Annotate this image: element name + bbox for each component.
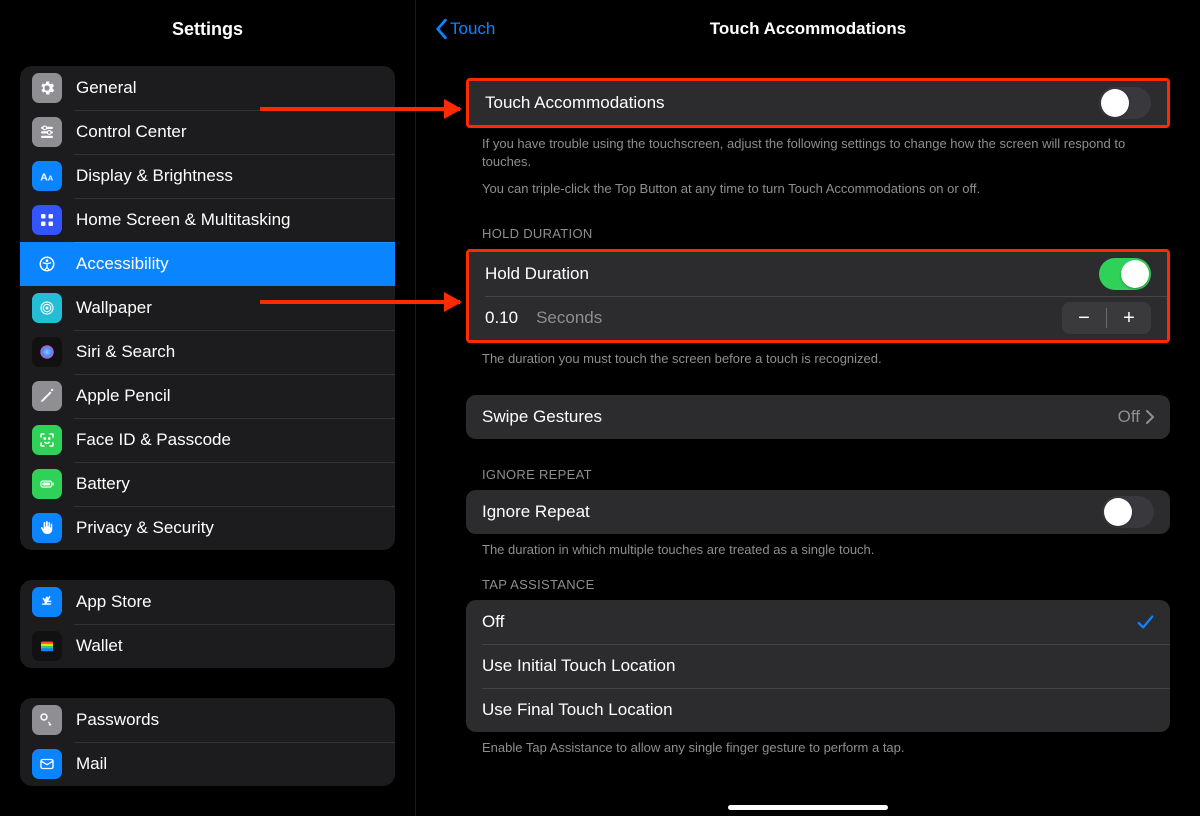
sidebar-item-label: General (76, 78, 136, 98)
apps-grid-icon (32, 205, 62, 235)
sidebar-item-siri-search[interactable]: Siri & Search (20, 330, 395, 374)
sidebar-item-label: Wallet (76, 636, 123, 656)
tap-assistance-option-label: Use Initial Touch Location (482, 656, 1154, 676)
tap-assistance-footer: Enable Tap Assistance to allow any singl… (466, 732, 1170, 757)
swipe-gestures-label: Swipe Gestures (482, 407, 1118, 427)
swipe-gestures-row[interactable]: Swipe Gestures Off (466, 395, 1170, 439)
hold-duration-value: 0.10 (485, 308, 518, 328)
tap-assistance-option-label: Use Final Touch Location (482, 700, 1154, 720)
sidebar-item-label: Control Center (76, 122, 187, 142)
ignore-repeat-header: IGNORE REPEAT (466, 467, 1170, 490)
sidebar-item-label: Home Screen & Multitasking (76, 210, 290, 230)
detail-header: Touch Touch Accommodations (416, 0, 1200, 58)
siri-icon (32, 337, 62, 367)
app-store-icon (32, 587, 62, 617)
pencil-icon (32, 381, 62, 411)
wallpaper-icon (32, 293, 62, 323)
sidebar-body: General Control Center AA Display & Brig… (0, 58, 415, 816)
touch-accommodations-toggle[interactable] (1099, 87, 1151, 119)
ignore-repeat-footer: The duration in which multiple touches a… (466, 534, 1170, 559)
app-root: Settings General Control Center (0, 0, 1200, 816)
swipe-gestures-value: Off (1118, 407, 1140, 427)
annotation-arrow-2 (260, 300, 460, 304)
touch-accommodations-footer-1: If you have trouble using the touchscree… (466, 128, 1170, 170)
chevron-left-icon (434, 18, 448, 40)
hold-duration-value-row: 0.10 Seconds − + (469, 296, 1167, 340)
sidebar-item-label: Privacy & Security (76, 518, 214, 538)
touch-accommodations-footer-2: You can triple-click the Top Button at a… (466, 170, 1170, 198)
sidebar-item-label: Battery (76, 474, 130, 494)
sidebar-group-3: Passwords Mail (20, 698, 395, 786)
settings-sidebar: Settings General Control Center (0, 0, 416, 816)
hold-duration-row[interactable]: Hold Duration (469, 252, 1167, 296)
tap-assistance-option-off[interactable]: Off (466, 600, 1170, 644)
face-id-icon (32, 425, 62, 455)
hold-duration-unit: Seconds (536, 308, 602, 328)
tap-assistance-option-initial[interactable]: Use Initial Touch Location (466, 644, 1170, 688)
sidebar-item-accessibility[interactable]: Accessibility (20, 242, 395, 286)
tap-assistance-option-label: Off (482, 612, 1136, 632)
sidebar-item-control-center[interactable]: Control Center (20, 110, 395, 154)
chevron-right-icon (1146, 410, 1154, 424)
sidebar-group-1: General Control Center AA Display & Brig… (20, 66, 395, 550)
sidebar-item-home-screen[interactable]: Home Screen & Multitasking (20, 198, 395, 242)
sidebar-item-general[interactable]: General (20, 66, 395, 110)
ignore-repeat-toggle[interactable] (1102, 496, 1154, 528)
touch-accommodations-row[interactable]: Touch Accommodations (469, 81, 1167, 125)
sidebar-item-label: Mail (76, 754, 107, 774)
svg-text:A: A (48, 174, 54, 183)
annotation-arrow-1 (260, 107, 460, 111)
sidebar-item-label: Accessibility (76, 254, 169, 274)
sidebar-item-app-store[interactable]: App Store (20, 580, 395, 624)
wallet-icon (32, 631, 62, 661)
ignore-repeat-row[interactable]: Ignore Repeat (466, 490, 1170, 534)
sidebar-item-passwords[interactable]: Passwords (20, 698, 395, 742)
page-title: Touch Accommodations (416, 19, 1200, 39)
accessibility-icon (32, 249, 62, 279)
sidebar-group-2: App Store Wallet (20, 580, 395, 668)
detail-body: Touch Accommodations If you have trouble… (416, 58, 1200, 816)
ignore-repeat-label: Ignore Repeat (482, 502, 1102, 522)
sidebar-item-apple-pencil[interactable]: Apple Pencil (20, 374, 395, 418)
sidebar-item-label: Display & Brightness (76, 166, 233, 186)
sidebar-item-wallpaper[interactable]: Wallpaper (20, 286, 395, 330)
hand-icon (32, 513, 62, 543)
hold-duration-footer: The duration you must touch the screen b… (466, 343, 1170, 368)
key-icon (32, 705, 62, 735)
sidebar-item-privacy-security[interactable]: Privacy & Security (20, 506, 395, 550)
stepper-increment[interactable]: + (1107, 302, 1151, 334)
detail-pane: Touch Touch Accommodations Touch Accommo… (416, 0, 1200, 816)
hold-duration-toggle[interactable] (1099, 258, 1151, 290)
home-indicator[interactable] (728, 805, 888, 810)
sidebar-item-label: App Store (76, 592, 152, 612)
highlight-hold-duration: Hold Duration 0.10 Seconds − + (466, 249, 1170, 343)
sidebar-item-face-id[interactable]: Face ID & Passcode (20, 418, 395, 462)
sidebar-item-wallet[interactable]: Wallet (20, 624, 395, 668)
tap-assistance-option-final[interactable]: Use Final Touch Location (466, 688, 1170, 732)
back-label: Touch (450, 19, 495, 39)
sidebar-title: Settings (0, 0, 415, 58)
highlight-touch-accommodations: Touch Accommodations (466, 78, 1170, 128)
gear-icon (32, 73, 62, 103)
hold-duration-header: HOLD DURATION (466, 226, 1170, 249)
sidebar-item-mail[interactable]: Mail (20, 742, 395, 786)
sidebar-item-label: Apple Pencil (76, 386, 171, 406)
sidebar-item-label: Siri & Search (76, 342, 175, 362)
battery-icon (32, 469, 62, 499)
stepper-decrement[interactable]: − (1062, 302, 1106, 334)
sidebar-item-label: Wallpaper (76, 298, 152, 318)
sliders-icon (32, 117, 62, 147)
tap-assistance-header: TAP ASSISTANCE (466, 577, 1170, 600)
back-button[interactable]: Touch (434, 18, 495, 40)
sidebar-item-display-brightness[interactable]: AA Display & Brightness (20, 154, 395, 198)
sidebar-item-battery[interactable]: Battery (20, 462, 395, 506)
checkmark-icon (1136, 613, 1154, 631)
hold-duration-stepper: − + (1062, 302, 1151, 334)
touch-accommodations-label: Touch Accommodations (485, 93, 1099, 113)
hold-duration-label: Hold Duration (485, 264, 1099, 284)
text-size-icon: AA (32, 161, 62, 191)
sidebar-item-label: Face ID & Passcode (76, 430, 231, 450)
mail-icon (32, 749, 62, 779)
sidebar-item-label: Passwords (76, 710, 159, 730)
